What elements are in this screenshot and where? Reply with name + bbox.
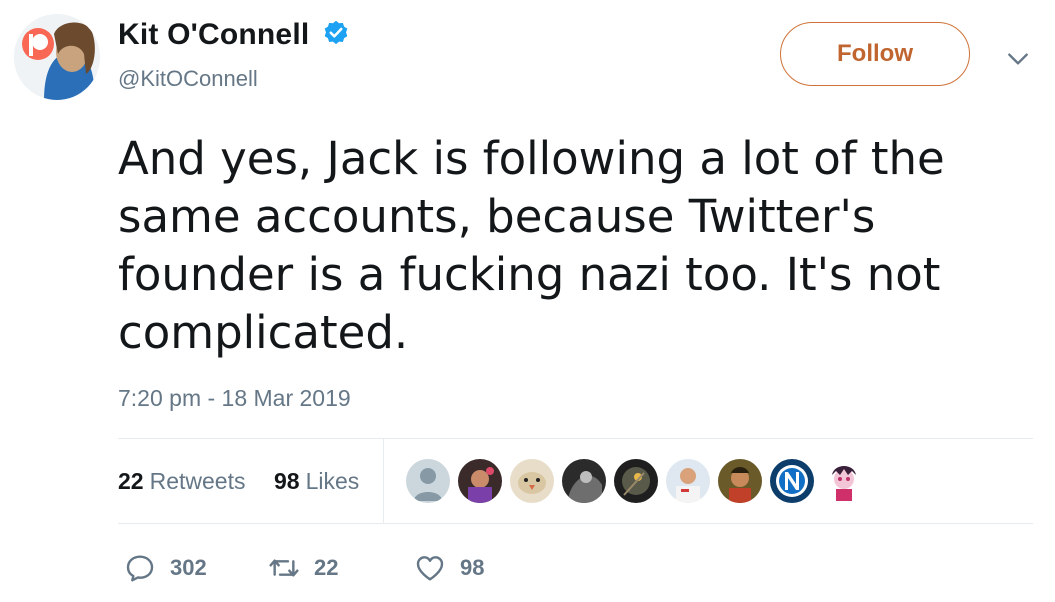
reply-icon xyxy=(126,555,154,582)
reply-action[interactable]: 302 xyxy=(124,548,207,588)
avatar-3 xyxy=(510,459,554,503)
liker-avatar[interactable] xyxy=(510,459,554,503)
user-name-block: Kit O'Connell @KitOConnell xyxy=(118,18,350,92)
retweets-count: 22 xyxy=(118,468,144,494)
likes-label: Likes xyxy=(305,468,360,494)
avatar-6 xyxy=(666,459,710,503)
avatar-5 xyxy=(614,459,658,503)
user-handle[interactable]: @KitOConnell xyxy=(118,66,350,92)
liker-avatar[interactable] xyxy=(822,459,866,503)
heart-icon xyxy=(416,556,444,581)
follow-button[interactable]: Follow xyxy=(780,22,970,86)
tweet-card: Kit O'Connell @KitOConnell Follow And ye… xyxy=(0,0,1055,602)
likes-stat[interactable]: 98 Likes xyxy=(274,468,359,495)
liker-avatar[interactable] xyxy=(718,459,762,503)
divider xyxy=(118,523,1033,524)
likes-count: 98 xyxy=(274,468,300,494)
retweets-stat[interactable]: 22 Retweets xyxy=(118,468,245,495)
liker-avatar[interactable] xyxy=(770,459,814,503)
tweet-timestamp[interactable]: 7:20 pm - 18 Mar 2019 xyxy=(118,385,351,412)
user-avatar-image xyxy=(14,14,100,100)
avatar-2 xyxy=(458,459,502,503)
retweet-action[interactable]: 22 xyxy=(268,548,338,588)
liker-avatar[interactable] xyxy=(406,459,450,503)
liker-avatar[interactable] xyxy=(458,459,502,503)
tweet-stats: 22 Retweets 98 Likes xyxy=(118,438,1033,524)
default-egg-avatar xyxy=(406,459,450,503)
chevron-down-icon[interactable] xyxy=(1005,46,1031,72)
napoli-logo-avatar xyxy=(770,459,814,503)
tweet-text: And yes, Jack is following a lot of the … xyxy=(118,132,945,359)
user-avatar[interactable] xyxy=(14,14,100,100)
liker-avatar[interactable] xyxy=(666,459,710,503)
reply-count: 302 xyxy=(170,555,207,580)
verified-badge-icon xyxy=(324,20,348,45)
retweet-icon xyxy=(269,559,299,577)
liker-avatar[interactable] xyxy=(562,459,606,503)
retweet-count: 22 xyxy=(314,555,339,580)
retweets-label: Retweets xyxy=(149,468,246,494)
liker-avatar[interactable] xyxy=(614,459,658,503)
avatar-4 xyxy=(562,459,606,503)
display-name[interactable]: Kit O'Connell xyxy=(118,18,309,52)
stats-divider xyxy=(383,438,384,524)
tweet-actions: 302 22 98 xyxy=(118,548,618,588)
avatar-9 xyxy=(822,459,866,503)
like-action[interactable]: 98 xyxy=(414,548,484,588)
avatar-7 xyxy=(718,459,762,503)
like-count: 98 xyxy=(460,555,485,580)
